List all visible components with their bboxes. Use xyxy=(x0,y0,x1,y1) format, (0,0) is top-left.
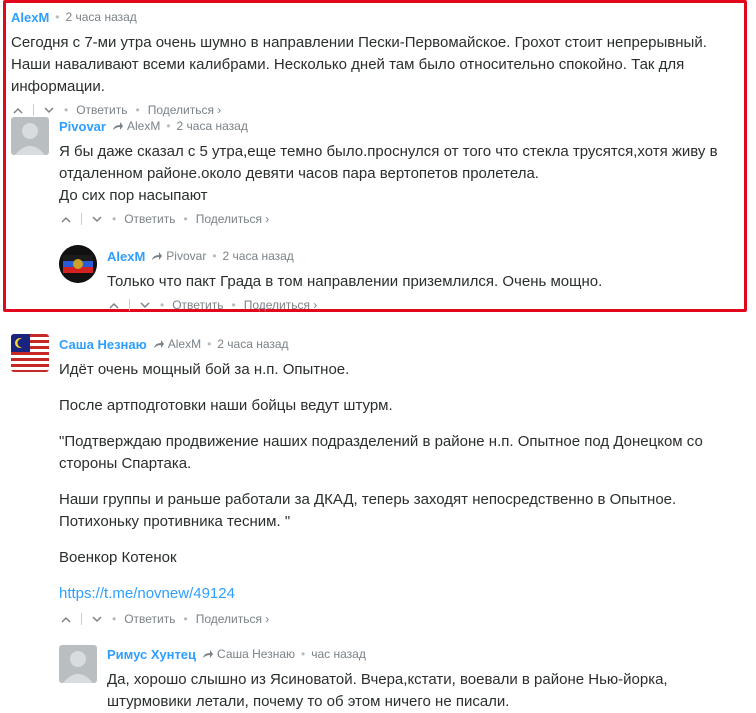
comment-pivovar: Pivovar AlexM • 2 часа назад Я бы даже с… xyxy=(59,118,741,227)
timestamp[interactable]: 2 часа назад xyxy=(217,337,288,351)
comment-body: Сегодня с 7-ми утра очень шумно в направ… xyxy=(11,34,707,95)
reply-to-link[interactable]: AlexM xyxy=(153,337,201,351)
reply-button[interactable]: Ответить xyxy=(124,212,175,226)
author-name[interactable]: Саша Незнаю xyxy=(59,337,147,352)
comment-meta: Саша Незнаю AlexM • 2 часа назад xyxy=(59,336,289,352)
comment-body: Только что пакт Града в том направлении … xyxy=(107,273,603,290)
avatar[interactable] xyxy=(59,645,97,683)
comment-meta: Римус Хунтец Саша Незнаю • час назад xyxy=(107,646,366,662)
comment-sasha: Саша Незнаю AlexM • 2 часа назад Идёт оч… xyxy=(59,336,749,627)
author-name[interactable]: Римус Хунтец xyxy=(107,647,196,662)
downvote-icon[interactable] xyxy=(42,103,56,117)
comment-meta: AlexM Pivovar • 2 часа назад xyxy=(107,248,294,264)
downvote-icon[interactable] xyxy=(90,212,104,226)
reply-to-link[interactable]: AlexM xyxy=(112,119,160,133)
timestamp[interactable]: час назад xyxy=(311,647,366,661)
comment-alexm-1: AlexM • 2 часа назад Сегодня с 7-ми утра… xyxy=(11,9,741,118)
author-name[interactable]: AlexM xyxy=(11,10,49,25)
comment-meta: Pivovar AlexM • 2 часа назад xyxy=(59,118,248,134)
comment-actions: • Ответить • Поделиться › xyxy=(59,211,741,227)
comment-actions: • Ответить • Поделиться › xyxy=(11,102,741,118)
reply-arrow-icon xyxy=(112,122,123,130)
share-button[interactable]: Поделиться › xyxy=(196,212,270,226)
reply-button[interactable]: Ответить xyxy=(124,612,175,626)
comment-actions: • Ответить • Поделиться › xyxy=(59,611,749,627)
reply-arrow-icon xyxy=(203,650,214,658)
reply-button[interactable]: Ответить xyxy=(172,298,223,312)
upvote-icon[interactable] xyxy=(107,298,121,312)
reply-arrow-icon xyxy=(152,252,163,260)
comment-body: Да, хорошо слышно из Ясиноватой. Вчера,к… xyxy=(107,671,668,710)
comment-meta: AlexM • 2 часа назад xyxy=(11,9,137,25)
upvote-icon[interactable] xyxy=(59,612,73,626)
avatar-flag[interactable] xyxy=(11,334,49,372)
comment-body: Я бы даже сказал с 5 утра,еще темно было… xyxy=(59,143,718,204)
external-link[interactable]: https://t.me/novnew/49124 xyxy=(59,585,235,602)
comment-alexm-2: AlexM Pivovar • 2 часа назад Только что … xyxy=(107,248,741,313)
comment-body: Идёт очень мощный бой за н.п. Опытное. П… xyxy=(59,361,703,602)
downvote-icon[interactable] xyxy=(90,612,104,626)
avatar[interactable] xyxy=(11,117,49,155)
share-button[interactable]: Поделиться › xyxy=(196,612,270,626)
timestamp[interactable]: 2 часа назад xyxy=(66,10,137,24)
comment-rimus: Римус Хунтец Саша Незнаю • час назад Да,… xyxy=(107,646,747,713)
share-button[interactable]: Поделиться › xyxy=(244,298,318,312)
downvote-icon[interactable] xyxy=(138,298,152,312)
reply-to-link[interactable]: Pivovar xyxy=(151,249,206,263)
reply-button[interactable]: Ответить xyxy=(76,103,127,117)
author-name[interactable]: Pivovar xyxy=(59,119,106,134)
timestamp[interactable]: 2 часа назад xyxy=(177,119,248,133)
comment-actions: • Ответить • Поделиться › xyxy=(107,297,741,313)
author-name[interactable]: AlexM xyxy=(107,249,145,264)
avatar-flag-dpr[interactable] xyxy=(59,245,97,283)
reply-to-link[interactable]: Саша Незнаю xyxy=(202,647,295,661)
reply-arrow-icon xyxy=(153,340,164,348)
upvote-icon[interactable] xyxy=(59,212,73,226)
upvote-icon[interactable] xyxy=(11,103,25,117)
share-button[interactable]: Поделиться › xyxy=(148,103,222,117)
timestamp[interactable]: 2 часа назад xyxy=(223,249,294,263)
